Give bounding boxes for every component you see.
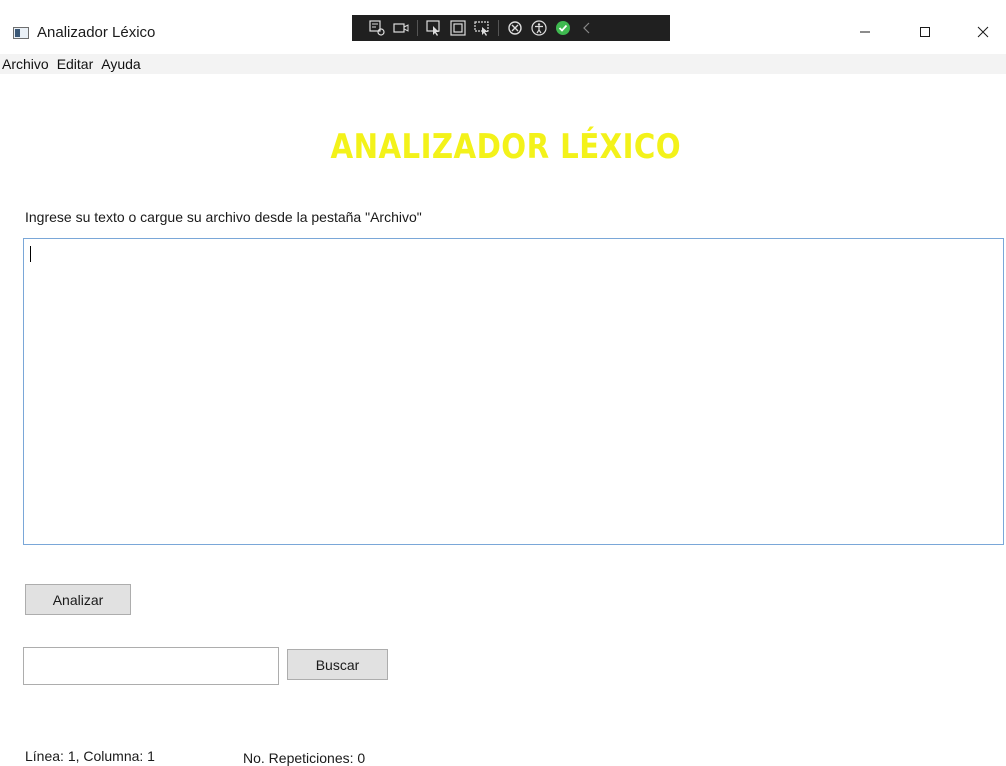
live-visual-tree-icon[interactable] [366, 17, 388, 39]
track-focus-icon[interactable] [471, 17, 493, 39]
search-button[interactable]: Buscar [287, 649, 388, 680]
text-caret [30, 246, 31, 262]
title-bar: Analizador Léxico [0, 0, 1006, 54]
select-element-icon[interactable] [423, 17, 445, 39]
display-layout-adorners-icon[interactable] [447, 17, 469, 39]
toolbar-separator [417, 20, 418, 36]
maximize-icon [920, 27, 930, 37]
check-icon[interactable] [552, 17, 574, 39]
menu-bar: Archivo Editar Ayuda [0, 54, 1006, 74]
close-button[interactable] [960, 17, 1006, 47]
maximize-button[interactable] [902, 17, 948, 47]
menu-ayuda[interactable]: Ayuda [99, 56, 140, 72]
app-icon [13, 27, 29, 39]
accessibility-icon[interactable] [528, 17, 550, 39]
toolbar-separator [498, 20, 499, 36]
analyze-button[interactable]: Analizar [25, 584, 131, 615]
repetitions-status: No. Repeticiones: 0 [243, 750, 366, 766]
record-icon[interactable] [390, 17, 412, 39]
minimize-button[interactable] [842, 17, 888, 47]
menu-archivo[interactable]: Archivo [0, 56, 49, 72]
minimize-icon [860, 31, 870, 33]
text-editor[interactable] [23, 238, 1004, 545]
search-input[interactable] [23, 647, 279, 685]
collapse-chevron-icon[interactable] [576, 17, 598, 39]
close-icon [977, 26, 989, 38]
menu-editar[interactable]: Editar [55, 56, 94, 72]
debug-toolbar [352, 15, 670, 41]
hot-reload-icon[interactable] [504, 17, 526, 39]
cursor-position-status: Línea: 1, Columna: 1 [25, 748, 155, 764]
window-title: Analizador Léxico [37, 24, 156, 41]
page-title: Analizador Léxico [330, 127, 682, 167]
instruction-label: Ingrese su texto o cargue su archivo des… [25, 209, 422, 225]
